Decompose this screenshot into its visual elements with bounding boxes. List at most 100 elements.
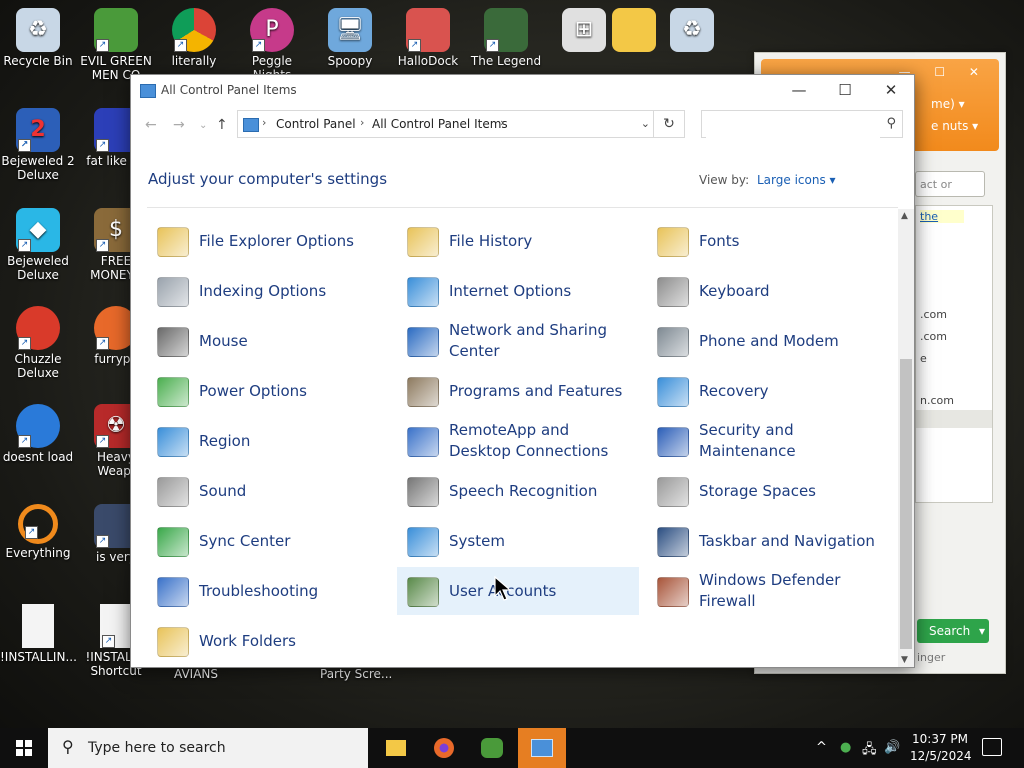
taskbar-file-explorer[interactable] (372, 728, 420, 768)
background-contact-input[interactable]: act or numbe (915, 171, 985, 217)
desktop-icon-hallodock[interactable]: ↗ HalloDock (390, 8, 466, 68)
up-arrow-icon[interactable]: ↑ (216, 117, 228, 133)
cp-item-network-and-sharing-center[interactable]: Network and Sharing Center (397, 317, 639, 365)
background-contact-list[interactable]: the .com .com e n.com (915, 205, 993, 503)
back-arrow-icon[interactable]: ← (145, 117, 157, 133)
scrollbar-thumb[interactable] (900, 359, 912, 649)
background-status-text[interactable]: me) ▾ (931, 97, 965, 111)
maximize-button[interactable]: ☐ (822, 75, 868, 105)
search-box[interactable]: ⚲ (701, 110, 903, 138)
breadcrumb-chevron-icon[interactable]: › (262, 116, 266, 129)
list-item[interactable]: .com (920, 330, 947, 343)
sound-icon (157, 477, 189, 507)
cp-item-label: System (449, 531, 505, 550)
cp-item-keyboard[interactable]: Keyboard (647, 267, 889, 315)
refresh-icon[interactable]: ↻ (653, 111, 684, 137)
background-search-button[interactable]: Search ▾ (917, 619, 989, 643)
cp-item-phone-and-modem[interactable]: Phone and Modem (647, 317, 889, 365)
cp-item-remoteapp-and-desktop-connections[interactable]: RemoteApp and Desktop Connections (397, 417, 639, 465)
cp-item-recovery[interactable]: Recovery (647, 367, 889, 415)
breadcrumb-chevron-icon[interactable]: › (360, 116, 364, 129)
cp-item-power-options[interactable]: Power Options (147, 367, 389, 415)
power-options-icon (157, 377, 189, 407)
taskbar-firefox[interactable] (420, 728, 468, 768)
cp-item-sound[interactable]: Sound (147, 467, 389, 515)
desktop-icon-bejeweled-2[interactable]: 2 ↗ Bejeweled 2 Deluxe (0, 108, 76, 182)
scroll-down-icon[interactable]: ▼ (901, 655, 908, 665)
desktop-icon-the-legend[interactable]: ↗ The Legend (468, 8, 544, 68)
start-button[interactable] (0, 728, 48, 768)
work-folders-icon (157, 627, 189, 657)
cp-item-system[interactable]: System (397, 517, 639, 565)
cp-item-programs-and-features[interactable]: Programs and Features (397, 367, 639, 415)
list-item[interactable]: n.com (920, 394, 954, 407)
cp-item-label: Keyboard (699, 281, 770, 300)
view-by-dropdown[interactable]: Large icons ▾ (757, 173, 836, 187)
desktop-icon-recycle-bin-2[interactable]: ♻ (654, 8, 730, 54)
desktop-icon-spoopy[interactable]: 🖥 Spoopy (312, 8, 388, 68)
taskbar-search-box[interactable]: ⚲ Type here to search (48, 728, 368, 768)
desktop-icon-everything[interactable]: ↗ Everything (0, 504, 76, 560)
cp-item-region[interactable]: Region (147, 417, 389, 465)
text-document-icon: ↗ (100, 604, 132, 648)
taskbar-green-men[interactable] (468, 728, 516, 768)
cp-item-sync-center[interactable]: Sync Center (147, 517, 389, 565)
forward-arrow-icon[interactable]: → (173, 117, 185, 133)
desktop-icon-installin[interactable]: !INSTALLIN... (0, 604, 77, 664)
background-footer-text: inger (917, 651, 946, 664)
cp-item-mouse[interactable]: Mouse (147, 317, 389, 365)
cp-item-speech-recognition[interactable]: Speech Recognition (397, 467, 639, 515)
messenger-tray-icon[interactable]: ● (840, 740, 851, 755)
cp-item-label: Fonts (699, 231, 740, 250)
notification-center-icon[interactable] (982, 738, 1002, 756)
cp-item-taskbar-and-navigation[interactable]: Taskbar and Navigation (647, 517, 889, 565)
scroll-up-icon[interactable]: ▲ (901, 211, 908, 221)
address-bar[interactable]: › Control Panel › All Control Panel Item… (237, 110, 685, 138)
cp-item-file-explorer-options[interactable]: File Explorer Options (147, 217, 389, 265)
cp-item-label: Work Folders (199, 631, 296, 650)
desktop-label-avians[interactable]: AVIANS (174, 667, 218, 681)
folder-icon (386, 740, 406, 756)
desktop-icon-bejeweled[interactable]: ◆ ↗ Bejeweled Deluxe (0, 208, 76, 282)
desktop-icon-peggle-nights[interactable]: P↗ Peggle Nights (234, 8, 310, 82)
storage-icon (657, 477, 689, 507)
vertical-scrollbar[interactable]: ▲ ▼ (898, 209, 914, 667)
desktop-icon-doesnt-load[interactable]: ↗ doesnt load (0, 404, 76, 464)
minimize-button[interactable]: — (776, 75, 822, 105)
search-input[interactable] (706, 112, 880, 138)
desktop-label-party-scre[interactable]: Party Scre... (320, 667, 392, 681)
breadcrumb-all-items[interactable]: All Control Panel Items (372, 117, 508, 131)
desktop-icon-evil-green-men[interactable]: ↗ EVIL GREEN MEN CO (78, 8, 154, 82)
volume-icon[interactable]: 🔊 (884, 740, 900, 755)
cp-item-security-and-maintenance[interactable]: Security and Maintenance (647, 417, 889, 465)
cp-item-user-accounts[interactable]: User Accounts (397, 567, 639, 615)
close-button[interactable]: ✕ (868, 75, 914, 105)
cp-item-troubleshooting[interactable]: Troubleshooting (147, 567, 389, 615)
cp-item-label: User Accounts (449, 581, 557, 600)
background-mood-text[interactable]: e nuts ▾ (931, 119, 978, 133)
address-dropdown-icon[interactable]: ⌄ (641, 117, 650, 130)
desktop-icon-literally[interactable]: ↗ literally (156, 8, 232, 68)
show-hidden-icons-chevron-icon[interactable]: ^ (816, 740, 827, 755)
list-item[interactable]: .com (920, 308, 947, 321)
desktop-icon-chuzzle[interactable]: ↗ Chuzzle Deluxe (0, 306, 76, 380)
clock[interactable]: 10:37 PM 12/5/2024 (910, 731, 972, 765)
recent-chevron-icon[interactable]: ⌄ (199, 120, 207, 131)
cp-item-fonts[interactable]: Fonts (647, 217, 889, 265)
background-link[interactable]: the (920, 210, 964, 223)
cp-item-indexing-options[interactable]: Indexing Options (147, 267, 389, 315)
network-icon[interactable]: 🖧 (862, 740, 877, 762)
file-history-icon (407, 227, 439, 257)
control-panel-window[interactable]: All Control Panel Items — ☐ ✕ ← → ⌄ ↑ › … (130, 74, 915, 668)
desktop-icon-recycle-bin[interactable]: ♻ Recycle Bin (0, 8, 76, 68)
breadcrumb-control-panel[interactable]: Control Panel (276, 117, 356, 131)
cp-item-windows-defender-firewall[interactable]: Windows Defender Firewall (647, 567, 889, 615)
taskbar-control-panel[interactable] (518, 728, 566, 768)
cp-item-file-history[interactable]: File History (397, 217, 639, 265)
title-bar[interactable]: All Control Panel Items — ☐ ✕ (131, 75, 914, 107)
cp-item-work-folders[interactable]: Work Folders (147, 617, 389, 665)
cp-item-internet-options[interactable]: Internet Options (397, 267, 639, 315)
cp-item-storage-spaces[interactable]: Storage Spaces (647, 467, 889, 515)
breadcrumb-chevron-icon[interactable]: › (500, 116, 504, 129)
list-item[interactable]: e (920, 352, 927, 365)
